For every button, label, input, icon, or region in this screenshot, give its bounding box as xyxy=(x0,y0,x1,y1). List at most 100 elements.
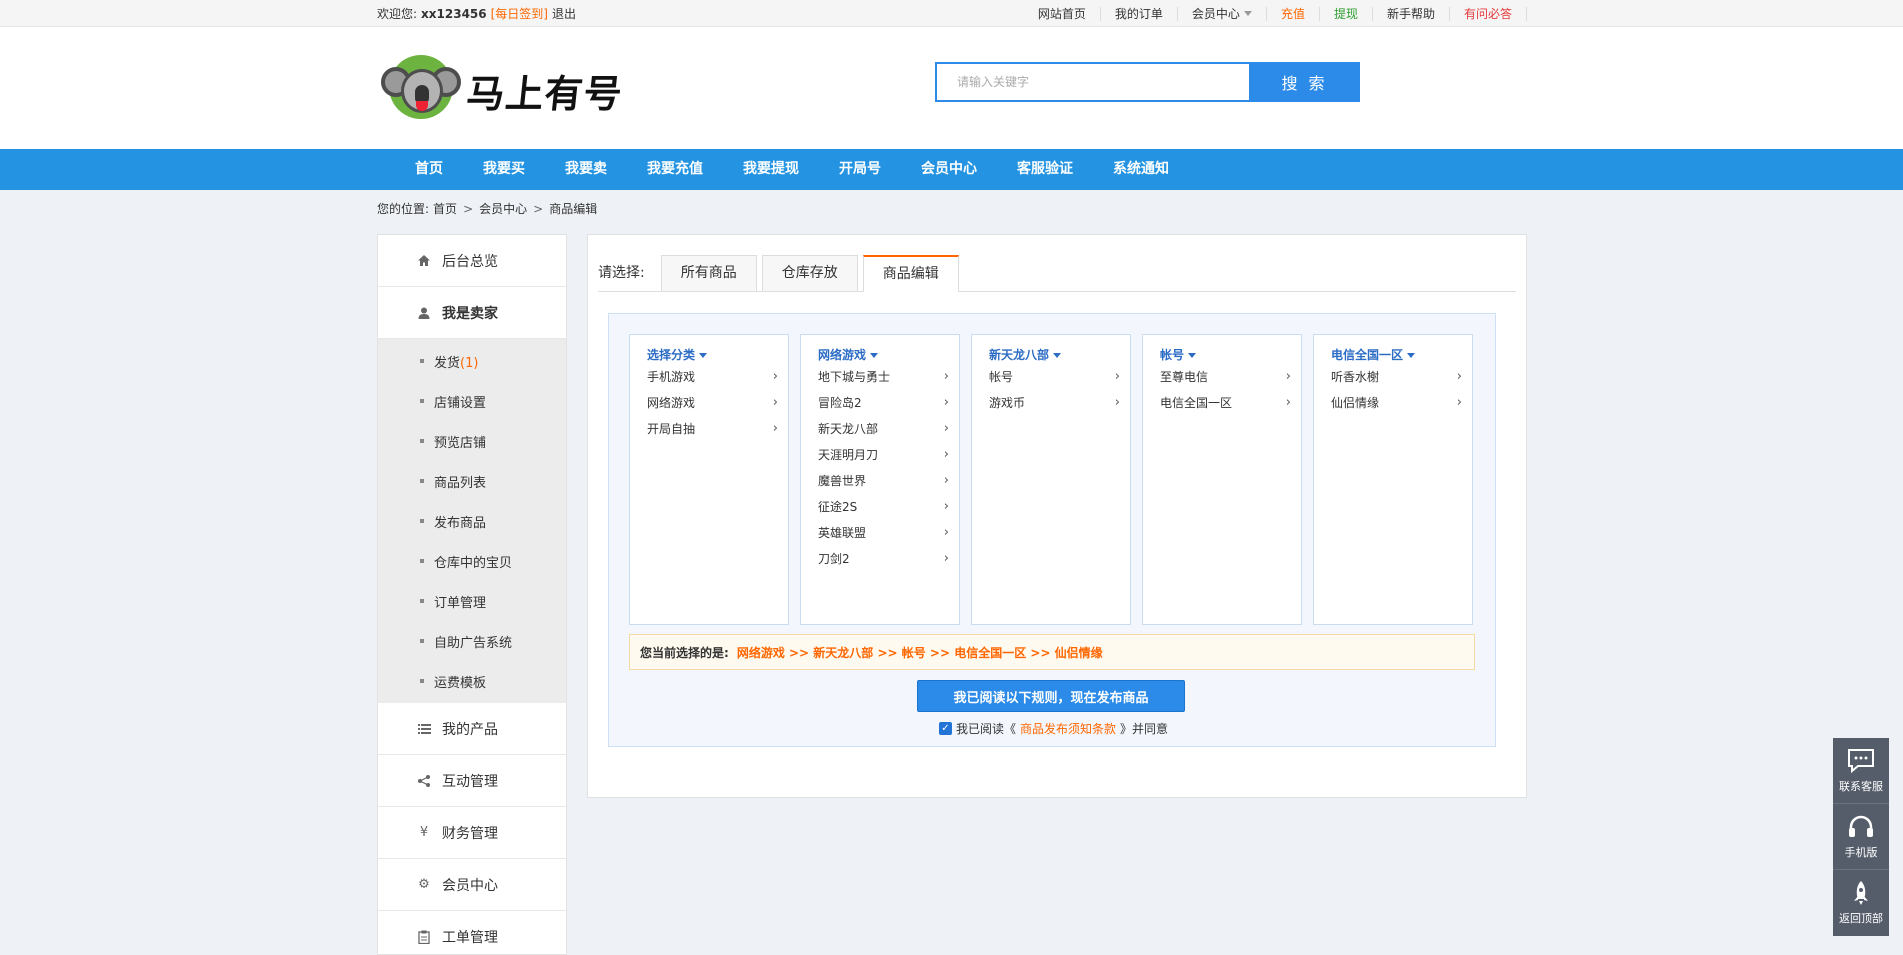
username-link[interactable]: xx123456 xyxy=(421,7,487,21)
sidebar-item-orders[interactable]: 订单管理 xyxy=(378,581,566,621)
sidebar-item-my-products[interactable]: 我的产品 xyxy=(378,703,566,755)
toplink-withdraw[interactable]: 提现 xyxy=(1320,6,1373,21)
game-option[interactable]: 魔兽世界 › xyxy=(801,467,959,493)
toplink-home[interactable]: 网站首页 xyxy=(1024,6,1101,21)
logout-link[interactable]: 退出 xyxy=(552,5,576,22)
game-option[interactable]: 新天龙八部 › xyxy=(801,415,959,441)
home-icon xyxy=(416,253,432,269)
caret-down-icon xyxy=(1053,352,1062,358)
nav-recharge[interactable]: 我要充值 xyxy=(647,149,703,190)
column-header[interactable]: 电信全国一区 xyxy=(1314,345,1472,363)
bullet-icon xyxy=(420,359,424,363)
nav-service-verify[interactable]: 客服验证 xyxy=(1017,149,1073,190)
sidebar-item-ad-system[interactable]: 自助广告系统 xyxy=(378,621,566,661)
server-option[interactable]: 听香水榭 › xyxy=(1314,363,1472,389)
toplink-recharge[interactable]: 充值 xyxy=(1267,6,1320,21)
publish-button[interactable]: 我已阅读以下规则，现在发布商品 xyxy=(917,680,1185,712)
chevron-right-icon: › xyxy=(943,394,949,410)
column-header[interactable]: 网络游戏 xyxy=(801,345,959,363)
sidebar-item-overview[interactable]: 后台总览 xyxy=(378,235,566,287)
category-column: 选择分类 手机游戏 › 网络游戏 › 开局自抽 › xyxy=(629,334,789,625)
game-option[interactable]: 征途2S › xyxy=(801,493,959,519)
nav-withdraw[interactable]: 我要提现 xyxy=(743,149,799,190)
region-option[interactable]: 电信全国一区 › xyxy=(1143,389,1301,415)
nav-system-notice[interactable]: 系统通知 xyxy=(1113,149,1169,190)
sidebar-item-shipping-template[interactable]: 运费模板 xyxy=(378,661,566,701)
sidebar-item-label: 我的产品 xyxy=(442,721,498,738)
caret-down-icon xyxy=(870,352,879,358)
type-option[interactable]: 帐号 › xyxy=(972,363,1130,389)
back-to-top-button[interactable]: 返回顶部 xyxy=(1833,870,1889,936)
option-label: 英雄联盟 xyxy=(818,525,867,540)
toplink-member-center[interactable]: 会员中心 xyxy=(1178,6,1267,21)
sidebar-item-tickets[interactable]: 工单管理 xyxy=(378,911,566,954)
nav-starter-account[interactable]: 开局号 xyxy=(839,149,881,190)
chevron-right-icon: › xyxy=(1456,368,1462,384)
search-button[interactable]: 搜 索 xyxy=(1249,62,1360,102)
selected-path-label: 您当前选择的是: xyxy=(640,645,729,660)
sidebar-item-seller[interactable]: 我是卖家 xyxy=(378,287,566,339)
terms-link[interactable]: 商品发布须知条款 xyxy=(1020,720,1116,737)
sidebar-item-warehouse[interactable]: 仓库中的宝贝 xyxy=(378,541,566,581)
server-option[interactable]: 仙侣情缘 › xyxy=(1314,389,1472,415)
nav-sell[interactable]: 我要卖 xyxy=(565,149,607,190)
category-option[interactable]: 开局自抽 › xyxy=(630,415,788,441)
contact-service-button[interactable]: 联系客服 xyxy=(1833,738,1889,804)
agree-checkbox[interactable]: ✓ xyxy=(939,722,952,735)
type-option[interactable]: 游戏币 › xyxy=(972,389,1130,415)
sidebar-item-ship[interactable]: 发货(1) xyxy=(378,341,566,381)
sidebar-item-preview-shop[interactable]: 预览店铺 xyxy=(378,421,566,461)
breadcrumb-home[interactable]: 首页 xyxy=(433,200,457,217)
sidebar-item-label: 仓库中的宝贝 xyxy=(434,555,513,571)
game-option[interactable]: 冒险岛2 › xyxy=(801,389,959,415)
game-option[interactable]: 刀剑2 › xyxy=(801,545,959,571)
sidebar-item-product-list[interactable]: 商品列表 xyxy=(378,461,566,501)
search-input[interactable] xyxy=(935,62,1249,102)
column-header[interactable]: 帐号 xyxy=(1143,345,1301,363)
column-header[interactable]: 选择分类 xyxy=(630,345,788,363)
sidebar-item-finance[interactable]: ¥ 财务管理 xyxy=(378,807,566,859)
option-label: 仙侣情缘 xyxy=(1331,395,1380,410)
bullet-icon xyxy=(420,479,424,483)
column-header-label: 网络游戏 xyxy=(818,347,867,362)
float-label: 手机版 xyxy=(1844,845,1878,859)
tab-warehouse[interactable]: 仓库存放 xyxy=(761,255,858,291)
sidebar-item-label: 会员中心 xyxy=(442,877,498,894)
category-option[interactable]: 网络游戏 › xyxy=(630,389,788,415)
toplink-label: 充值 xyxy=(1280,6,1305,21)
chevron-right-icon: › xyxy=(943,420,949,436)
mobile-version-button[interactable]: 手机版 xyxy=(1833,804,1889,870)
category-option[interactable]: 手机游戏 › xyxy=(630,363,788,389)
toplink-my-orders[interactable]: 我的订单 xyxy=(1101,6,1178,21)
site-logo[interactable]: 马上有号 xyxy=(381,55,625,125)
chevron-right-icon: › xyxy=(943,472,949,488)
tab-all-products[interactable]: 所有商品 xyxy=(660,255,757,291)
game-option[interactable]: 地下城与勇士 › xyxy=(801,363,959,389)
option-label: 地下城与勇士 xyxy=(818,369,891,384)
game-option[interactable]: 天涯明月刀 › xyxy=(801,441,959,467)
toplink-help[interactable]: 新手帮助 xyxy=(1373,6,1450,21)
daily-sign-link[interactable]: [每日签到] xyxy=(491,5,548,22)
option-label: 征途2S xyxy=(818,499,858,514)
nav-member-center[interactable]: 会员中心 xyxy=(921,149,977,190)
tab-product-edit[interactable]: 商品编辑 xyxy=(862,255,959,292)
nav-buy[interactable]: 我要买 xyxy=(483,149,525,190)
sidebar-item-shop-settings[interactable]: 店铺设置 xyxy=(378,381,566,421)
chevron-right-icon: › xyxy=(943,550,949,566)
sidebar-item-interaction[interactable]: 互动管理 xyxy=(378,755,566,807)
column-header[interactable]: 新天龙八部 xyxy=(972,345,1130,363)
chevron-right-icon: › xyxy=(1114,368,1120,384)
float-label: 联系客服 xyxy=(1839,779,1883,793)
sidebar-item-publish-product[interactable]: 发布商品 xyxy=(378,501,566,541)
nav-home[interactable]: 首页 xyxy=(415,149,443,190)
top-links: 网站首页 我的订单 会员中心 充值 提现 新手帮助 有问必答 xyxy=(1024,0,1527,27)
agree-prefix: 我已阅读《 xyxy=(956,722,1017,736)
sidebar-item-member-center[interactable]: ⚙ 会员中心 xyxy=(378,859,566,911)
breadcrumb-member-center[interactable]: 会员中心 xyxy=(479,200,527,217)
game-option[interactable]: 英雄联盟 › xyxy=(801,519,959,545)
region-option[interactable]: 至尊电信 › xyxy=(1143,363,1301,389)
option-label: 天涯明月刀 xyxy=(818,447,879,462)
toplink-qa[interactable]: 有问必答 xyxy=(1450,6,1527,21)
bullet-icon xyxy=(420,679,424,683)
agree-suffix: 》并同意 xyxy=(1120,722,1169,736)
